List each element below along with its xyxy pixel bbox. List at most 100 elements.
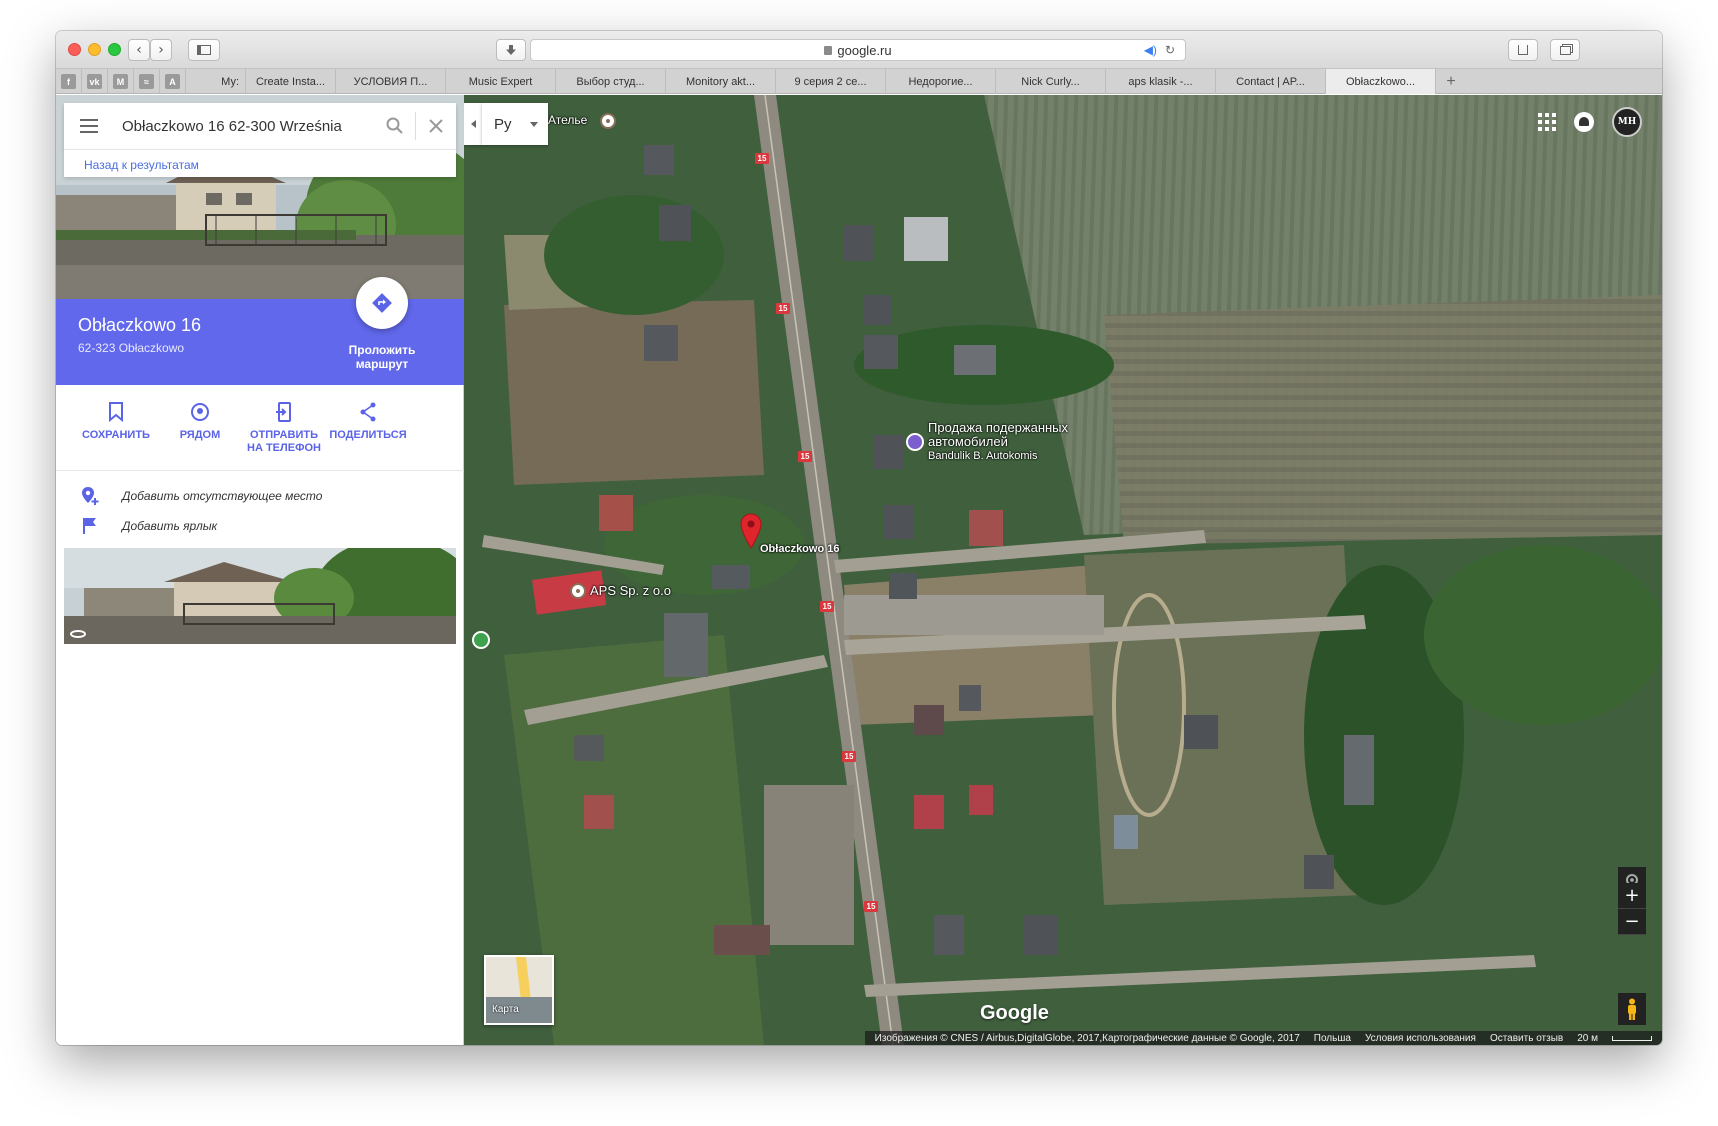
pinned-tab-vk[interactable]: vk	[82, 69, 108, 94]
action-row: СОХРАНИТЬ РЯДОМ ОТПРАВИТЬ НА ТЕЛЕФОН ПОД…	[56, 385, 464, 471]
search-button[interactable]	[375, 103, 415, 149]
add-label-row[interactable]: Добавить ярлык	[56, 511, 464, 541]
send-to-phone-icon	[276, 402, 291, 422]
pinned-tab-soundcloud[interactable]: ≈	[134, 69, 160, 94]
speaker-icon[interactable]: ◀)	[1144, 43, 1157, 57]
forward-button[interactable]: ›	[150, 39, 172, 61]
pinned-tab-facebook[interactable]: f	[56, 69, 82, 94]
directions-label[interactable]: Проложить маршрут	[342, 343, 422, 371]
address-bar[interactable]: google.ru ◀) ↻	[530, 39, 1186, 61]
collapse-panel-button[interactable]	[464, 103, 482, 145]
back-to-results-link[interactable]: Назад к результатам	[64, 149, 456, 177]
place-title: Obłaczkowo 16	[78, 315, 202, 335]
tab[interactable]: Му:	[186, 69, 246, 94]
new-tab-button[interactable]: +	[1436, 69, 1466, 94]
search-icon	[386, 117, 403, 134]
maximize-window-button[interactable]	[108, 43, 121, 56]
zoom-in-button[interactable]: +	[1618, 883, 1646, 909]
360-icon	[70, 630, 86, 638]
notifications-bell-icon[interactable]	[1574, 112, 1594, 132]
tab[interactable]: Недорогие...	[886, 69, 996, 94]
share-label: ПОДЕЛИТЬСЯ	[329, 429, 407, 441]
road-shield-15: 15	[755, 153, 769, 164]
tab-bar: f vk M ≈ A Му: Create Insta... УСЛОВИЯ П…	[56, 69, 1662, 94]
minimize-window-button[interactable]	[88, 43, 101, 56]
apps-grid-icon[interactable]	[1538, 113, 1556, 131]
soundcloud-icon: ≈	[139, 74, 154, 89]
tab[interactable]: 9 серия 2 се...	[776, 69, 886, 94]
aps-poi-icon[interactable]	[570, 583, 586, 599]
clear-search-button[interactable]	[416, 103, 456, 149]
tab[interactable]: Create Insta...	[246, 69, 336, 94]
nearby-icon	[191, 403, 209, 421]
nearby-button[interactable]: РЯДОМ	[158, 399, 242, 442]
pin-label[interactable]: Obłaczkowo 16	[760, 543, 839, 555]
chevron-right-icon: ›	[158, 42, 164, 58]
reload-icon[interactable]: ↻	[1165, 43, 1175, 57]
tab[interactable]: УСЛОВИЯ П...	[336, 69, 446, 94]
contribute-list: Добавить отсутствующее место Добавить яр…	[56, 481, 464, 541]
back-button[interactable]: ‹	[128, 39, 150, 61]
shopping-bag-icon[interactable]	[906, 433, 924, 451]
google-logo: Google	[980, 1002, 1049, 1024]
street-view-pegman[interactable]	[1618, 993, 1646, 1025]
caret-down-icon	[530, 121, 538, 127]
terms-link[interactable]: Условия использования	[1365, 1033, 1476, 1044]
zoom-out-button[interactable]: −	[1618, 909, 1646, 935]
lock-icon	[824, 45, 833, 55]
tab[interactable]: Contact | AP...	[1216, 69, 1326, 94]
language-value: Ру	[494, 115, 512, 133]
map-attribution-bar: Изображения © CNES / Airbus,DigitalGlobe…	[864, 1031, 1662, 1045]
directions-button[interactable]	[356, 277, 408, 329]
street-view-thumbnail[interactable]	[64, 548, 456, 644]
send-to-phone-button[interactable]: ОТПРАВИТЬ НА ТЕЛЕФОН	[242, 399, 326, 455]
share-button[interactable]	[1508, 39, 1538, 61]
chevron-left-icon: ‹	[136, 42, 142, 58]
tab-audio[interactable]: Nick Curly...	[996, 69, 1106, 94]
downloads-button[interactable]	[496, 39, 526, 61]
minus-icon: −	[1624, 911, 1640, 932]
save-button[interactable]: СОХРАНИТЬ	[74, 399, 158, 442]
aps-label[interactable]: APS Sp. z o.o	[590, 583, 671, 598]
atelier-poi-icon[interactable]	[600, 113, 616, 129]
tab[interactable]: Monitory akt...	[666, 69, 776, 94]
menu-icon	[80, 119, 98, 121]
zoom-controls: + −	[1618, 883, 1646, 935]
plus-icon: +	[1624, 885, 1640, 906]
location-pin-icon[interactable]	[740, 513, 762, 549]
park-icon[interactable]	[472, 631, 490, 649]
map-type-toggle[interactable]: Карта	[484, 955, 554, 1025]
feedback-link[interactable]: Оставить отзыв	[1490, 1033, 1563, 1044]
m-icon: M	[113, 74, 128, 89]
address-text: google.ru	[837, 42, 892, 58]
vk-icon: vk	[87, 74, 102, 89]
tab[interactable]: aps klasik -...	[1106, 69, 1216, 94]
tab[interactable]: Music Expert	[446, 69, 556, 94]
language-selector[interactable]: Ру	[482, 103, 548, 145]
add-missing-place-row[interactable]: Добавить отсутствующее место	[56, 481, 464, 511]
add-place-icon	[80, 486, 100, 506]
share-box-icon	[1518, 45, 1528, 55]
country-link[interactable]: Польша	[1314, 1033, 1351, 1044]
place-address: 62-323 Obłaczkowo	[78, 341, 185, 355]
add-missing-place-label: Добавить отсутствующее место	[122, 489, 323, 503]
car-dealer-line1: Продажа подержанных	[928, 420, 1069, 435]
pinned-tab-a[interactable]: A	[160, 69, 186, 94]
close-window-button[interactable]	[68, 43, 81, 56]
satellite-map[interactable]: Ру MH Ателье Продажа подержанных автомоб…	[464, 95, 1662, 1045]
avatar[interactable]: MH	[1612, 107, 1642, 137]
search-input[interactable]	[114, 103, 375, 149]
tabs-overview-button[interactable]	[1550, 39, 1580, 61]
road-shield-15: 15	[776, 303, 790, 314]
sidebar-toggle-button[interactable]	[188, 39, 220, 61]
chevron-left-icon	[470, 120, 476, 128]
atelier-label[interactable]: Ателье	[548, 113, 587, 127]
menu-button[interactable]	[64, 103, 114, 149]
car-dealer-label[interactable]: Продажа подержанных автомобилей Bandulik…	[928, 421, 1068, 463]
pinned-tab-m[interactable]: M	[108, 69, 134, 94]
tab[interactable]: Выбор студ...	[556, 69, 666, 94]
share-place-button[interactable]: ПОДЕЛИТЬСЯ	[326, 399, 410, 442]
scale-label[interactable]: 20 м	[1577, 1033, 1598, 1044]
bookmark-icon	[109, 402, 123, 422]
tab-active[interactable]: Obłaczkowo...	[1326, 69, 1436, 94]
